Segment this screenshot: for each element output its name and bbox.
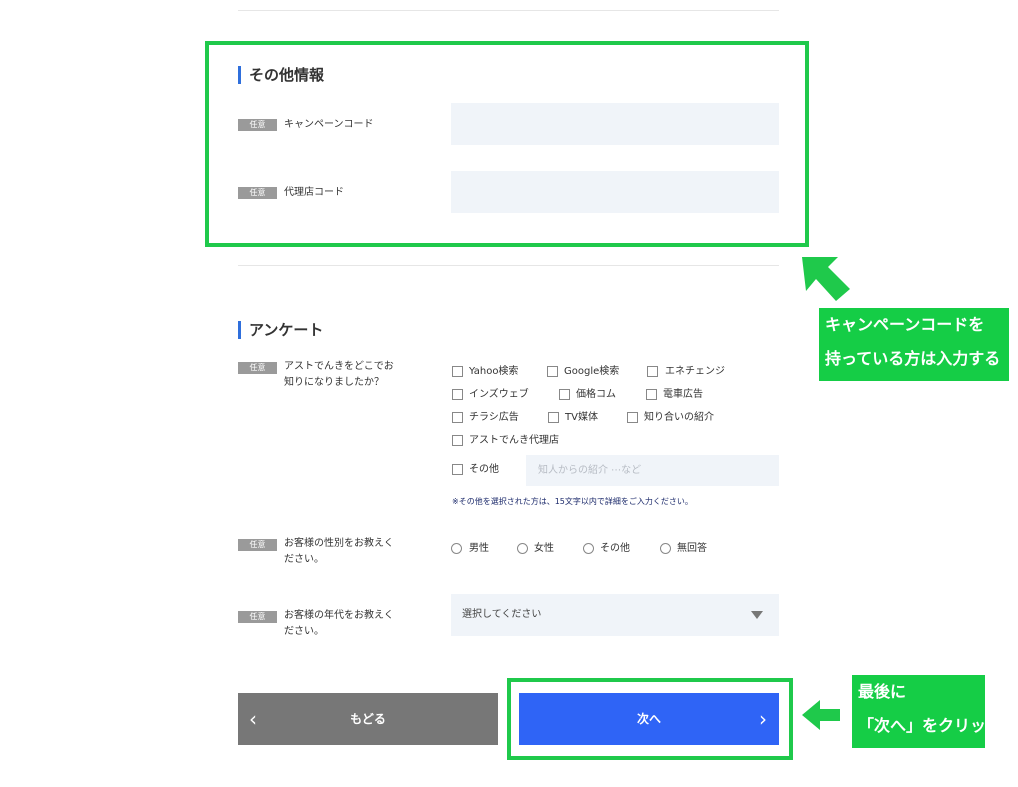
- highlight-frame-next: [507, 678, 793, 760]
- option-label: 電車広告: [663, 389, 703, 400]
- callout-campaign-line2: 持っている方は入力する: [825, 349, 1001, 368]
- q2-label-line1: お客様の性別をお教えく: [284, 538, 394, 549]
- other-detail-input[interactable]: 知人からの紹介 ⋯など: [526, 455, 779, 486]
- radio-other[interactable]: [583, 543, 594, 554]
- option-label: TV媒体: [565, 412, 598, 423]
- optional-badge: 任意: [238, 611, 277, 623]
- radio-male[interactable]: [451, 543, 462, 554]
- option-label: Google検索: [564, 366, 620, 377]
- callout-campaign-code: キャンペーンコードを 持っている方は入力する: [819, 308, 1009, 381]
- checkbox-yahoo[interactable]: [452, 366, 463, 377]
- option-label: Yahoo検索: [469, 366, 519, 377]
- back-button-label: もどる: [350, 712, 386, 726]
- back-button[interactable]: ‹ もどる: [238, 693, 498, 745]
- arrow-left-icon: [802, 700, 840, 730]
- option-label: その他: [600, 543, 630, 554]
- option-label: 女性: [534, 543, 554, 554]
- option-label: チラシ広告: [469, 412, 519, 423]
- option-label: 知り合いの紹介: [644, 412, 714, 423]
- checkbox-agent[interactable]: [452, 435, 463, 446]
- option-label: その他: [469, 464, 499, 475]
- q1-label-line1: アストでんきをどこでお: [284, 361, 394, 372]
- section-title-survey: アンケート: [238, 321, 323, 339]
- checkbox-kakaku[interactable]: [559, 389, 570, 400]
- q1-label-line2: 知りになりましたか？: [284, 377, 384, 388]
- callout-campaign-line1: キャンペーンコードを: [825, 315, 985, 334]
- option-label: 男性: [469, 543, 489, 554]
- checkbox-referral[interactable]: [627, 412, 638, 423]
- checkbox-other[interactable]: [452, 464, 463, 475]
- callout-next-line1: 最後に: [858, 682, 907, 701]
- callout-next: 最後に 「次へ」をクリック: [852, 675, 1003, 748]
- other-note: ※その他を選択された方は、15文字以内で詳細をご入力ください。: [452, 497, 693, 506]
- option-label: アストでんき代理店: [469, 435, 559, 446]
- age-select[interactable]: 選択してください: [451, 594, 779, 636]
- checkbox-tv[interactable]: [548, 412, 559, 423]
- arrow-up-left-icon: [802, 257, 850, 301]
- top-divider: [238, 10, 779, 11]
- checkbox-flyer[interactable]: [452, 412, 463, 423]
- option-label: エネチェンジ: [665, 366, 725, 377]
- radio-no-answer[interactable]: [660, 543, 671, 554]
- mid-divider: [238, 265, 779, 266]
- chevron-left-icon: ‹: [249, 707, 257, 731]
- optional-badge: 任意: [238, 362, 277, 374]
- callout-next-line2: 「次へ」をクリック: [858, 716, 1003, 735]
- option-label: インズウェブ: [469, 389, 529, 400]
- age-select-value: 選択してください: [462, 609, 542, 620]
- highlight-frame-other-info: [205, 41, 809, 247]
- optional-badge: 任意: [238, 539, 277, 551]
- radio-female[interactable]: [517, 543, 528, 554]
- q3-label-line1: お客様の年代をお教えく: [284, 610, 394, 621]
- checkbox-enechange[interactable]: [647, 366, 658, 377]
- checkbox-google[interactable]: [547, 366, 558, 377]
- dropdown-arrow-icon: [751, 611, 763, 619]
- checkbox-insweb[interactable]: [452, 389, 463, 400]
- checkbox-train-ad[interactable]: [646, 389, 657, 400]
- q2-label-line2: ださい。: [284, 554, 324, 565]
- q3-label-line2: ださい。: [284, 626, 324, 637]
- option-label: 無回答: [677, 543, 707, 554]
- option-label: 価格コム: [576, 389, 616, 400]
